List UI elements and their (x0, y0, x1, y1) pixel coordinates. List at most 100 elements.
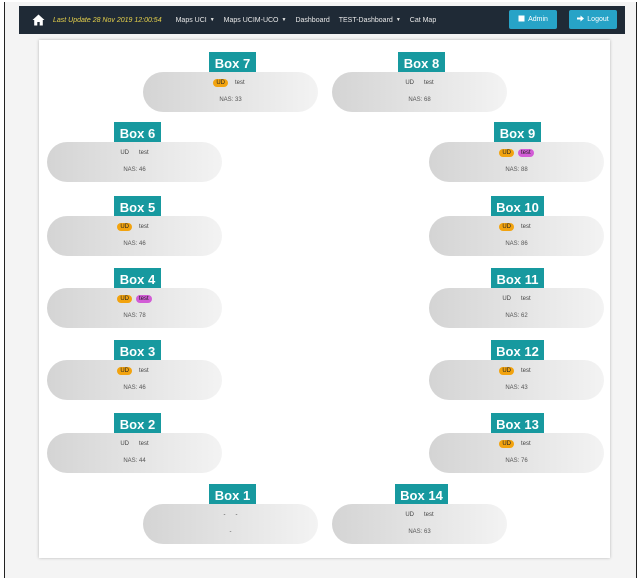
admin-button[interactable]: Admin (509, 10, 557, 29)
box-card[interactable]: Box 9 UD test NAS: 88 (429, 122, 604, 184)
nas-value: NAS: 78 (123, 313, 146, 319)
nav-test-dashboard[interactable]: TEST-Dashboard ▼ (339, 17, 401, 24)
ud-badge: UD (499, 223, 514, 231)
nav-maps-ucim-uco[interactable]: Maps UCIM-UCO ▼ (224, 17, 287, 24)
box-card[interactable]: Box 3 UD test NAS: 46 (47, 340, 222, 402)
ud-badge: - (223, 512, 226, 518)
ud-badge: UD (405, 80, 414, 86)
box-status-pill: UD test NAS: 63 (332, 504, 507, 544)
last-update-text: Last Update 28 Nov 2019 12:00:54 (53, 16, 162, 24)
box-title: Box 7 (209, 52, 256, 74)
nas-value: NAS: 62 (505, 313, 528, 319)
nas-value: NAS: 88 (505, 167, 528, 173)
nas-value: - (229, 529, 232, 535)
box-title: Box 6 (114, 122, 161, 144)
box-status-pill: - - - (143, 504, 318, 544)
test-badge: test (139, 224, 149, 230)
ud-badge: UD (499, 149, 514, 157)
test-badge: test (139, 441, 149, 447)
box-title: Box 4 (114, 268, 161, 290)
top-navbar: Last Update 28 Nov 2019 12:00:54 Maps UC… (19, 6, 625, 34)
box-card[interactable]: Box 13 UD test NAS: 76 (429, 413, 604, 475)
test-badge: test (518, 149, 534, 157)
box-title: Box 14 (395, 484, 448, 506)
test-badge: test (521, 368, 531, 374)
nav-maps-uci-label: Maps UCI (175, 16, 207, 24)
ud-badge: UD (499, 367, 514, 375)
box-status-pill: UD test NAS: 76 (429, 433, 604, 473)
box-card[interactable]: Box 8 UD test NAS: 68 (332, 52, 507, 114)
caret-down-icon: ▼ (395, 17, 401, 23)
box-card[interactable]: Box 11 UD test NAS: 62 (429, 268, 604, 330)
box-status-pill: UD test NAS: 46 (47, 360, 222, 400)
home-icon[interactable] (31, 13, 45, 27)
ud-badge: UD (117, 223, 132, 231)
box-status-pill: UD test NAS: 86 (429, 216, 604, 256)
nas-value: NAS: 33 (219, 97, 242, 103)
box-status-pill: UD test NAS: 68 (332, 72, 507, 112)
box-status-pill: UD test NAS: 44 (47, 433, 222, 473)
ud-badge: UD (213, 79, 228, 87)
box-title: Box 5 (114, 196, 161, 218)
nas-value: NAS: 46 (123, 385, 146, 391)
caret-down-icon: ▼ (209, 17, 215, 23)
test-badge: test (136, 295, 152, 303)
ud-badge: UD (117, 367, 132, 375)
box-title: Box 1 (209, 484, 256, 506)
box-title: Box 2 (114, 413, 161, 435)
logout-button-label: Logout (587, 16, 609, 23)
ud-badge: UD (502, 296, 511, 302)
ud-badge: UD (120, 150, 129, 156)
nas-value: NAS: 63 (408, 529, 431, 535)
box-title: Box 13 (491, 413, 544, 435)
test-badge: test (424, 80, 434, 86)
nas-value: NAS: 76 (505, 458, 528, 464)
box-title: Box 8 (398, 52, 445, 74)
admin-button-label: Admin (528, 16, 548, 23)
ud-badge: UD (120, 441, 129, 447)
nas-value: NAS: 46 (123, 241, 146, 247)
box-title: Box 9 (494, 122, 541, 144)
box-title: Box 11 (491, 268, 544, 290)
caret-down-icon: ▼ (281, 17, 287, 23)
ud-badge: UD (117, 295, 132, 303)
box-card[interactable]: Box 10 UD test NAS: 86 (429, 196, 604, 258)
logout-button[interactable]: Logout (569, 10, 617, 29)
test-badge: test (521, 296, 531, 302)
nas-value: NAS: 43 (505, 385, 528, 391)
box-title: Box 3 (114, 340, 161, 362)
nas-value: NAS: 46 (123, 167, 146, 173)
box-status-pill: UD test NAS: 46 (47, 142, 222, 182)
test-badge: test (139, 368, 149, 374)
test-badge: test (424, 512, 434, 518)
test-badge: test (139, 150, 149, 156)
box-title: Box 10 (491, 196, 544, 218)
box-card[interactable]: Box 4 UD test NAS: 78 (47, 268, 222, 330)
box-card[interactable]: Box 2 UD test NAS: 44 (47, 413, 222, 475)
nav-dashboard[interactable]: Dashboard (295, 17, 329, 24)
nav-maps-uci[interactable]: Maps UCI ▼ (176, 17, 215, 24)
nav-cat-map[interactable]: Cat Map (410, 17, 436, 24)
box-card[interactable]: Box 14 UD test NAS: 63 (332, 484, 507, 546)
ud-badge: UD (405, 512, 414, 518)
nav-test-dashboard-label: TEST-Dashboard (338, 16, 393, 24)
box-card[interactable]: Box 12 UD test NAS: 43 (429, 340, 604, 402)
test-badge: test (521, 441, 531, 447)
box-title: Box 12 (491, 340, 544, 362)
logout-arrow-icon (577, 15, 585, 24)
test-badge: test (235, 80, 245, 86)
nas-value: NAS: 44 (123, 458, 146, 464)
box-status-pill: UD test NAS: 33 (143, 72, 318, 112)
box-status-pill: UD test NAS: 88 (429, 142, 604, 182)
box-card[interactable]: Box 7 UD test NAS: 33 (143, 52, 318, 114)
test-badge: test (521, 224, 531, 230)
box-map-panel: Box 7 UD test NAS: 33 Box 8 UD test NAS: 6… (39, 40, 610, 558)
box-card[interactable]: Box 5 UD test NAS: 46 (47, 196, 222, 258)
box-status-pill: UD test NAS: 46 (47, 216, 222, 256)
test-badge: - (235, 512, 238, 518)
user-icon (518, 15, 525, 24)
box-card[interactable]: Box 6 UD test NAS: 46 (47, 122, 222, 184)
ud-badge: UD (499, 440, 514, 448)
box-status-pill: UD test NAS: 62 (429, 288, 604, 328)
box-card[interactable]: Box 1 - - - (143, 484, 318, 546)
